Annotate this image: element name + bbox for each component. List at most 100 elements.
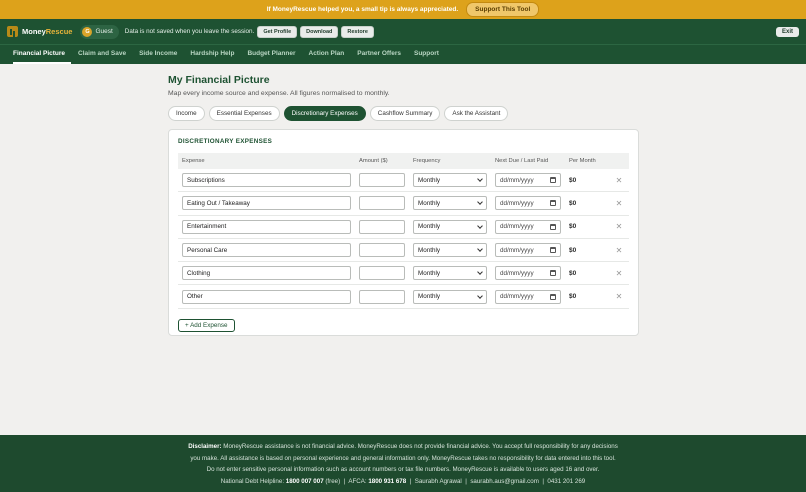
disclaimer-line-3: Do not enter sensitive personal informat… bbox=[206, 466, 600, 473]
date-placeholder: dd/mm/yyyy bbox=[500, 246, 534, 254]
logo[interactable]: MoneyRescue bbox=[7, 26, 72, 37]
nav-partner-offers[interactable]: Partner Offers bbox=[357, 45, 407, 64]
amount-cell bbox=[355, 173, 409, 188]
separator: | bbox=[465, 477, 467, 485]
next-due-date-input[interactable]: dd/mm/yyyy bbox=[495, 173, 561, 188]
nav-claim-and-save[interactable]: Claim and Save bbox=[78, 45, 132, 64]
amount-input[interactable] bbox=[359, 173, 405, 188]
table-row: Eating Out / Takeaway Monthly dd/mm/yyyy $0… bbox=[178, 192, 629, 216]
frequency-value: Monthly bbox=[418, 293, 441, 301]
tip-text: If MoneyRescue helped you, a small tip i… bbox=[266, 6, 459, 13]
frequency-cell: Monthly bbox=[409, 173, 491, 188]
tip-banner: If MoneyRescue helped you, a small tip i… bbox=[0, 0, 806, 19]
helpline-label: National Debt Helpline: bbox=[220, 477, 285, 485]
logo-text: MoneyRescue bbox=[22, 27, 73, 36]
next-due-date-input[interactable]: dd/mm/yyyy bbox=[495, 196, 561, 211]
amount-input[interactable] bbox=[359, 289, 405, 304]
calendar-icon[interactable] bbox=[550, 200, 556, 207]
amount-cell bbox=[355, 219, 409, 234]
delete-row-icon[interactable]: ✕ bbox=[616, 269, 623, 278]
next-due-date-input[interactable]: dd/mm/yyyy bbox=[495, 266, 561, 281]
nav-hardship-help[interactable]: Hardship Help bbox=[190, 45, 240, 64]
calendar-icon[interactable] bbox=[550, 223, 556, 230]
next-due-date-input[interactable]: dd/mm/yyyy bbox=[495, 243, 561, 258]
frequency-select[interactable]: Monthly bbox=[413, 196, 487, 211]
expense-name-input[interactable]: Clothing bbox=[182, 266, 351, 281]
nav-side-income[interactable]: Side Income bbox=[139, 45, 183, 64]
card-title: DISCRETIONARY EXPENSES bbox=[178, 138, 273, 145]
tab-ask-assistant[interactable]: Ask the Assistant bbox=[444, 106, 509, 121]
expense-name-input[interactable]: Eating Out / Takeaway bbox=[182, 196, 351, 211]
chevron-down-icon bbox=[477, 246, 483, 252]
amount-input[interactable] bbox=[359, 219, 405, 234]
guest-badge[interactable]: G Guest bbox=[80, 24, 119, 39]
logo-icon bbox=[7, 26, 18, 37]
date-placeholder: dd/mm/yyyy bbox=[500, 176, 534, 184]
disclaimer-line-2: you make. All assistance is based on per… bbox=[190, 454, 616, 462]
amount-input[interactable] bbox=[359, 243, 405, 258]
delete-row-icon[interactable]: ✕ bbox=[616, 176, 623, 185]
expense-cell: Entertainment bbox=[178, 219, 355, 234]
delete-row-icon[interactable]: ✕ bbox=[616, 292, 623, 301]
author-email[interactable]: saurabh.aus@gmail.com bbox=[470, 478, 539, 485]
nav-support[interactable]: Support bbox=[414, 45, 445, 64]
delete-cell: ✕ bbox=[609, 176, 629, 185]
frequency-select[interactable]: Monthly bbox=[413, 219, 487, 234]
guest-label: Guest bbox=[95, 28, 113, 35]
calendar-icon[interactable] bbox=[550, 270, 556, 277]
calendar-icon[interactable] bbox=[550, 177, 556, 184]
frequency-value: Monthly bbox=[418, 199, 441, 207]
per-month-value: $0 bbox=[569, 293, 577, 301]
amount-input[interactable] bbox=[359, 196, 405, 211]
table-row: Other Monthly dd/mm/yyyy $0 ✕ bbox=[178, 285, 629, 309]
per-month-value: $0 bbox=[569, 246, 577, 254]
next-due-date-input[interactable]: dd/mm/yyyy bbox=[495, 289, 561, 304]
download-button[interactable]: Download bbox=[300, 25, 339, 38]
frequency-select[interactable]: Monthly bbox=[413, 173, 487, 188]
expense-cell: Eating Out / Takeaway bbox=[178, 196, 355, 211]
author-name: Saurabh Agrawal bbox=[414, 477, 462, 485]
expense-name-input[interactable]: Other bbox=[182, 289, 351, 304]
calendar-icon[interactable] bbox=[550, 293, 556, 300]
expense-name-input[interactable]: Subscriptions bbox=[182, 173, 351, 188]
exit-button[interactable]: Exit bbox=[775, 26, 799, 37]
delete-row-icon[interactable]: ✕ bbox=[616, 246, 623, 255]
delete-cell: ✕ bbox=[609, 269, 629, 278]
per-month-value: $0 bbox=[569, 269, 577, 277]
frequency-value: Monthly bbox=[418, 176, 441, 184]
calendar-icon[interactable] bbox=[550, 247, 556, 254]
frequency-select[interactable]: Monthly bbox=[413, 243, 487, 258]
col-per-month: Per Month bbox=[569, 158, 596, 164]
amount-cell bbox=[355, 266, 409, 281]
tab-cashflow-summary[interactable]: Cashflow Summary bbox=[369, 106, 441, 121]
frequency-select[interactable]: Monthly bbox=[413, 289, 487, 304]
support-tool-button[interactable]: Support This Tool bbox=[466, 2, 540, 17]
expense-name-input[interactable]: Entertainment bbox=[182, 219, 351, 234]
tab-essential-expenses[interactable]: Essential Expenses bbox=[208, 106, 280, 121]
expense-name-input[interactable]: Personal Care bbox=[182, 243, 351, 258]
add-expense-button[interactable]: + Add Expense bbox=[178, 318, 235, 332]
chevron-down-icon bbox=[477, 292, 483, 299]
helpline-number[interactable]: 1800 007 007 bbox=[286, 478, 324, 485]
restore-button[interactable]: Restore bbox=[341, 25, 374, 38]
author-phone[interactable]: 0431 201 269 bbox=[547, 478, 585, 485]
expense-cell: Clothing bbox=[178, 266, 355, 281]
amount-input[interactable] bbox=[359, 266, 405, 281]
frequency-value: Monthly bbox=[418, 223, 441, 231]
delete-row-icon[interactable]: ✕ bbox=[616, 199, 623, 208]
tab-income[interactable]: Income bbox=[168, 106, 205, 121]
amount-cell bbox=[355, 196, 409, 211]
disclaimer-label: Disclaimer: bbox=[188, 443, 222, 450]
afca-label: AFCA: bbox=[348, 477, 367, 485]
nav-financial-picture[interactable]: Financial Picture bbox=[13, 45, 72, 64]
frequency-cell: Monthly bbox=[409, 289, 491, 304]
next-due-date-input[interactable]: dd/mm/yyyy bbox=[495, 219, 561, 234]
afca-number[interactable]: 1800 931 678 bbox=[368, 478, 406, 485]
get-profile-button[interactable]: Get Profile bbox=[257, 25, 298, 38]
delete-row-icon[interactable]: ✕ bbox=[616, 222, 623, 231]
page-title: My Financial Picture bbox=[168, 74, 270, 86]
frequency-select[interactable]: Monthly bbox=[413, 266, 487, 281]
nav-budget-planner[interactable]: Budget Planner bbox=[247, 45, 301, 64]
tab-discretionary-expenses[interactable]: Discretionary Expenses bbox=[283, 106, 366, 121]
nav-action-plan[interactable]: Action Plan bbox=[309, 45, 351, 64]
